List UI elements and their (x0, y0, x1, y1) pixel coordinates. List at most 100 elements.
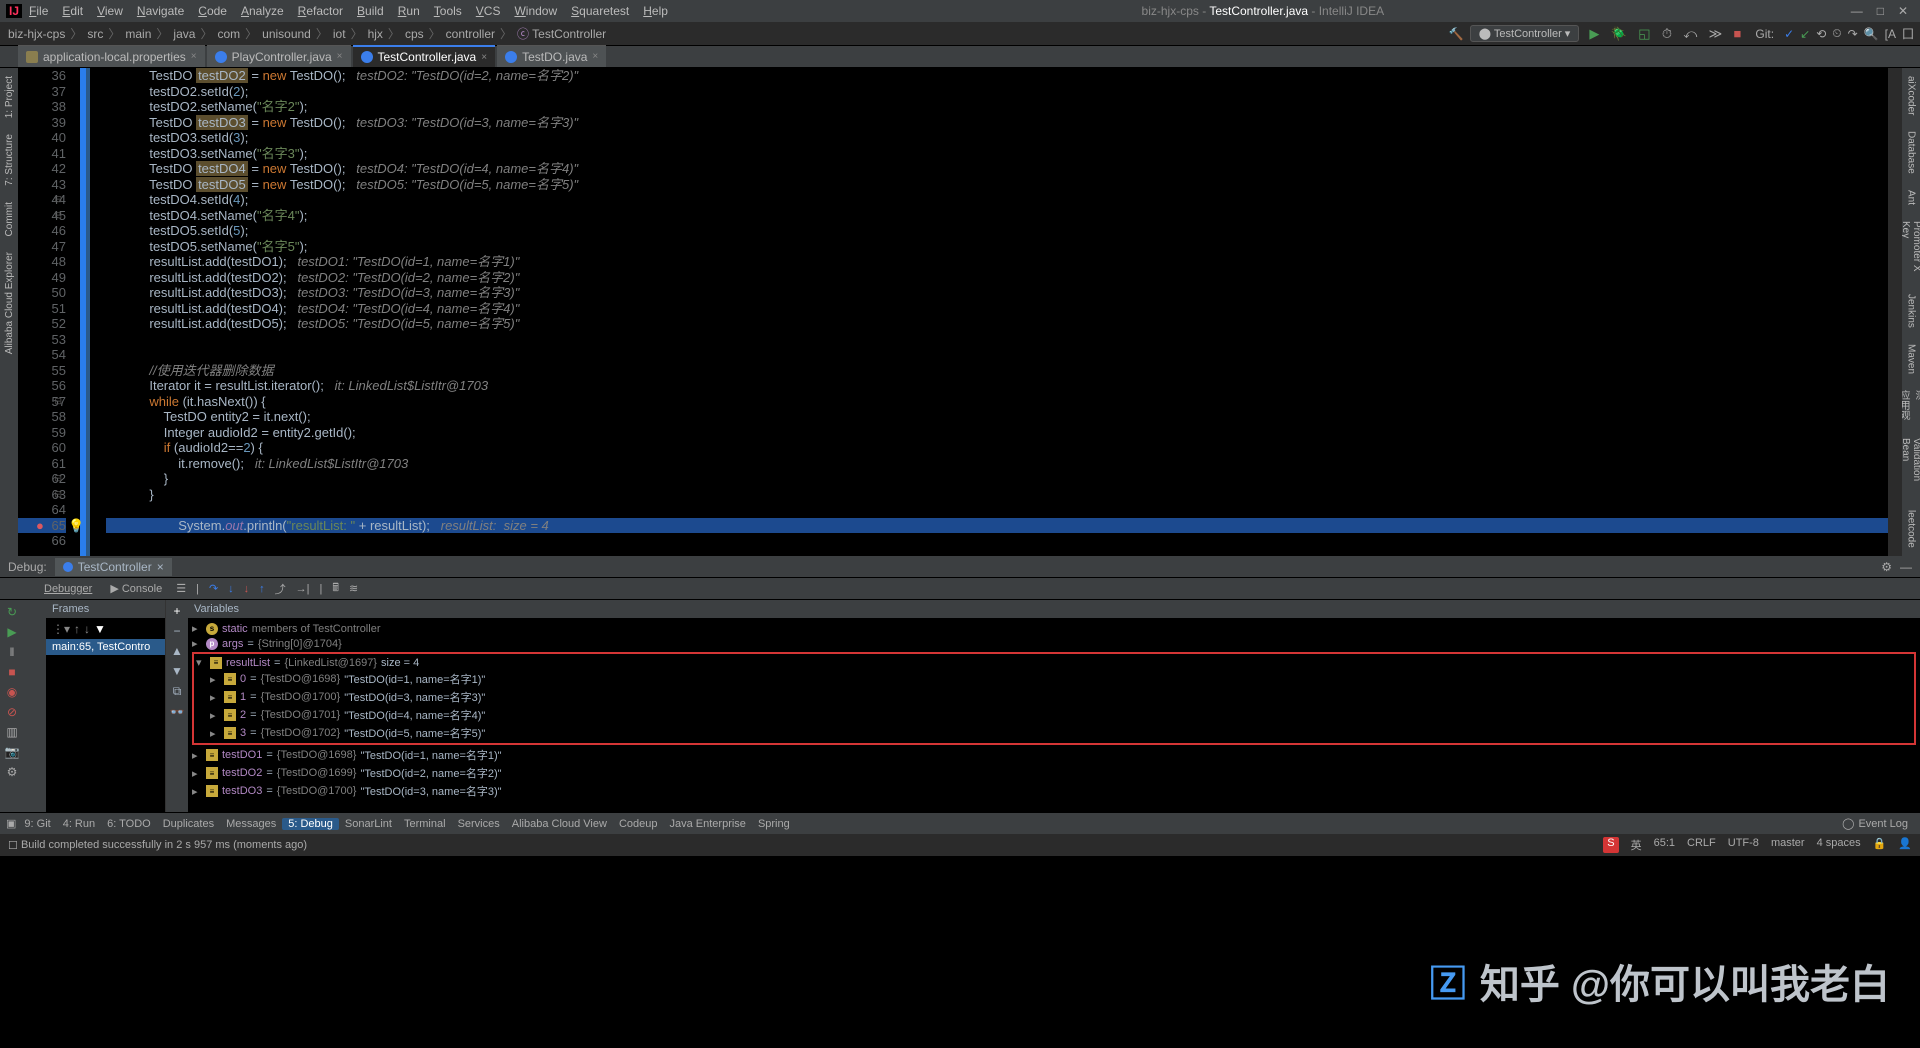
tool-window-button[interactable]: 1: Project (4, 68, 15, 126)
tool-window-button[interactable]: Duplicates (157, 818, 220, 830)
view-breakpoints-icon[interactable]: ◉ (4, 684, 20, 700)
down-icon[interactable]: ▼ (171, 664, 183, 678)
menu-navigate[interactable]: Navigate (130, 4, 191, 18)
debug-action-bar[interactable]: ↻ ▶ ‖ ■ ◉ ⊘ ▥ 📷 ⚙ (0, 600, 24, 812)
breadcrumb[interactable]: unisound (260, 27, 313, 41)
drop-frame-icon[interactable]: ⤴ (275, 581, 286, 597)
tool-window-button[interactable]: Bean Validation (1900, 430, 1920, 502)
menu-refactor[interactable]: Refactor (291, 4, 350, 18)
status-item[interactable]: 英 (1631, 837, 1642, 853)
tool-window-button[interactable]: Key Promoter X (1900, 213, 1920, 286)
var-item[interactable]: ▸≡0 = {TestDO@1698} "TestDO(id=1, name=名… (196, 670, 1912, 688)
minimize-panel-icon[interactable]: — (1900, 560, 1912, 574)
status-item[interactable]: CRLF (1687, 837, 1716, 853)
up-icon[interactable]: ▲ (171, 644, 183, 658)
attach-icon[interactable]: ⤺ (1679, 26, 1701, 41)
tool-window-button[interactable]: Services (452, 818, 506, 830)
settings-icon[interactable]: 囗 (1902, 25, 1914, 42)
tool-window-button[interactable]: Spring (752, 818, 796, 830)
tool-window-icon[interactable]: ▣ (6, 817, 16, 830)
evaluate-icon[interactable]: 🖩 (332, 579, 339, 598)
tool-window-button[interactable]: 5: Debug (282, 818, 339, 830)
rerun-icon[interactable]: ↻ (4, 604, 20, 620)
menu-code[interactable]: Code (191, 4, 234, 18)
debug-icon[interactable]: 🪲 (1607, 26, 1631, 41)
editor-tab[interactable]: PlayController.java× (207, 45, 351, 67)
var-local[interactable]: ▸≡testDO1 = {TestDO@1698} "TestDO(id=1, … (192, 746, 1916, 764)
menu-edit[interactable]: Edit (55, 4, 90, 18)
close-icon[interactable]: × (191, 51, 197, 62)
minimize-icon[interactable]: — (1851, 4, 1863, 18)
close-icon[interactable]: × (481, 52, 487, 63)
debugger-tab-button[interactable]: Debugger (40, 582, 96, 596)
mute-breakpoints-icon[interactable]: ⊘ (4, 704, 20, 720)
breakpoint-icon[interactable]: ● (36, 518, 44, 534)
frames-tools[interactable]: ⋮▾↑↓▼ (46, 619, 165, 639)
var-item[interactable]: ▸≡3 = {TestDO@1702} "TestDO(id=5, name=名… (196, 724, 1912, 742)
gutter[interactable]: 3637383940414243⊟44⊟45464748495051525354… (18, 68, 90, 556)
status-item[interactable]: 65:1 (1654, 837, 1675, 853)
git-update-icon[interactable]: ✓ (1784, 27, 1794, 41)
left-toolwindow-bar[interactable]: 1: Project7: StructureCommitAlibaba Clou… (0, 68, 18, 556)
duplicate-icon[interactable]: ⧉ (173, 684, 182, 699)
step-out-icon[interactable]: ↑ (259, 583, 265, 595)
right-toolwindow-bar[interactable]: aiXcoderDatabaseAntKey Promoter XJenkins… (1902, 68, 1920, 556)
gear-icon[interactable]: ⚙ (1881, 560, 1892, 574)
menu-window[interactable]: Window (507, 4, 564, 18)
profile-icon[interactable]: ⏱ (1658, 26, 1676, 41)
lock-icon[interactable]: 🔒 (1873, 837, 1887, 853)
tool-window-button[interactable]: Alibaba Cloud View (506, 818, 613, 830)
menu-view[interactable]: View (90, 4, 130, 18)
inspection-icon[interactable]: 👤 (1898, 837, 1912, 853)
breadcrumb[interactable]: com (215, 27, 242, 41)
menu-run[interactable]: Run (391, 4, 427, 18)
editor-tab[interactable]: TestController.java× (353, 45, 496, 67)
git-commit-icon[interactable]: ↙ (1800, 27, 1810, 41)
tool-window-button[interactable]: Java Enterprise (664, 818, 752, 830)
force-step-into-icon[interactable]: ↓ (244, 583, 250, 595)
tool-window-button[interactable]: Terminal (398, 818, 452, 830)
coverage-icon[interactable]: ◱ (1634, 26, 1654, 41)
remove-watch-icon[interactable]: − (173, 624, 180, 638)
tool-window-button[interactable]: 9: Git (18, 818, 56, 830)
run-to-cursor-icon[interactable]: →| (296, 583, 310, 595)
menu-squaretest[interactable]: Squaretest (564, 4, 636, 18)
close-icon[interactable]: × (337, 51, 343, 62)
tool-window-button[interactable]: Codeup (613, 818, 664, 830)
menu-tools[interactable]: Tools (427, 4, 469, 18)
editor-tab[interactable]: TestDO.java× (497, 45, 606, 67)
menu-file[interactable]: File (22, 4, 55, 18)
toggle-a-icon[interactable]: [A (1885, 27, 1896, 41)
breadcrumb[interactable]: iot (331, 27, 348, 41)
tool-window-button[interactable]: Ant (1906, 182, 1917, 213)
status-item[interactable]: UTF-8 (1728, 837, 1759, 853)
var-resultlist[interactable]: ▾≡resultList = {LinkedList@1697} size = … (196, 655, 1912, 670)
var-item[interactable]: ▸≡1 = {TestDO@1700} "TestDO(id=3, name=名… (196, 688, 1912, 706)
breadcrumb[interactable]: controller (444, 27, 497, 41)
var-item[interactable]: ▸≡2 = {TestDO@1701} "TestDO(id=4, name=名… (196, 706, 1912, 724)
tool-window-button[interactable]: Jenkins (1906, 286, 1917, 336)
var-args[interactable]: ▸pargs = {String[0]@1704} (192, 636, 1916, 651)
var-local[interactable]: ▸≡testDO2 = {TestDO@1699} "TestDO(id=2, … (192, 764, 1916, 782)
tool-window-button[interactable]: 6: TODO (101, 818, 157, 830)
status-item[interactable]: 4 spaces (1817, 837, 1861, 853)
debug-session-tab[interactable]: TestController× (55, 558, 172, 576)
run-anything-icon[interactable]: ≫ (1705, 26, 1727, 41)
breadcrumb[interactable]: java (171, 27, 197, 41)
step-into-icon[interactable]: ↓ (228, 583, 234, 595)
code-editor[interactable]: 3637383940414243⊟44⊟45464748495051525354… (18, 68, 1902, 556)
thread-dump-icon[interactable]: ☰ (176, 582, 186, 595)
breadcrumb[interactable]: ⓒ TestController (515, 25, 608, 42)
event-log-button[interactable]: ◯ Event Log (1836, 817, 1914, 830)
breadcrumb[interactable]: hjx (366, 27, 385, 41)
search-icon[interactable]: 🔍 (1864, 27, 1879, 41)
tool-window-button[interactable]: Database (1906, 123, 1917, 182)
watches-icon[interactable]: 👓 (170, 705, 185, 719)
breadcrumb[interactable]: cps (403, 27, 426, 41)
tool-window-button[interactable]: SonarLint (339, 818, 398, 830)
run-config-selector[interactable]: ⬤ TestController ▾ (1470, 25, 1580, 42)
git-history-icon[interactable]: ⏲ (1832, 26, 1841, 41)
tool-window-button[interactable]: aiXcoder (1906, 68, 1917, 123)
step-over-icon[interactable]: ↷ (209, 582, 218, 595)
ime-indicator[interactable]: S (1603, 837, 1618, 853)
